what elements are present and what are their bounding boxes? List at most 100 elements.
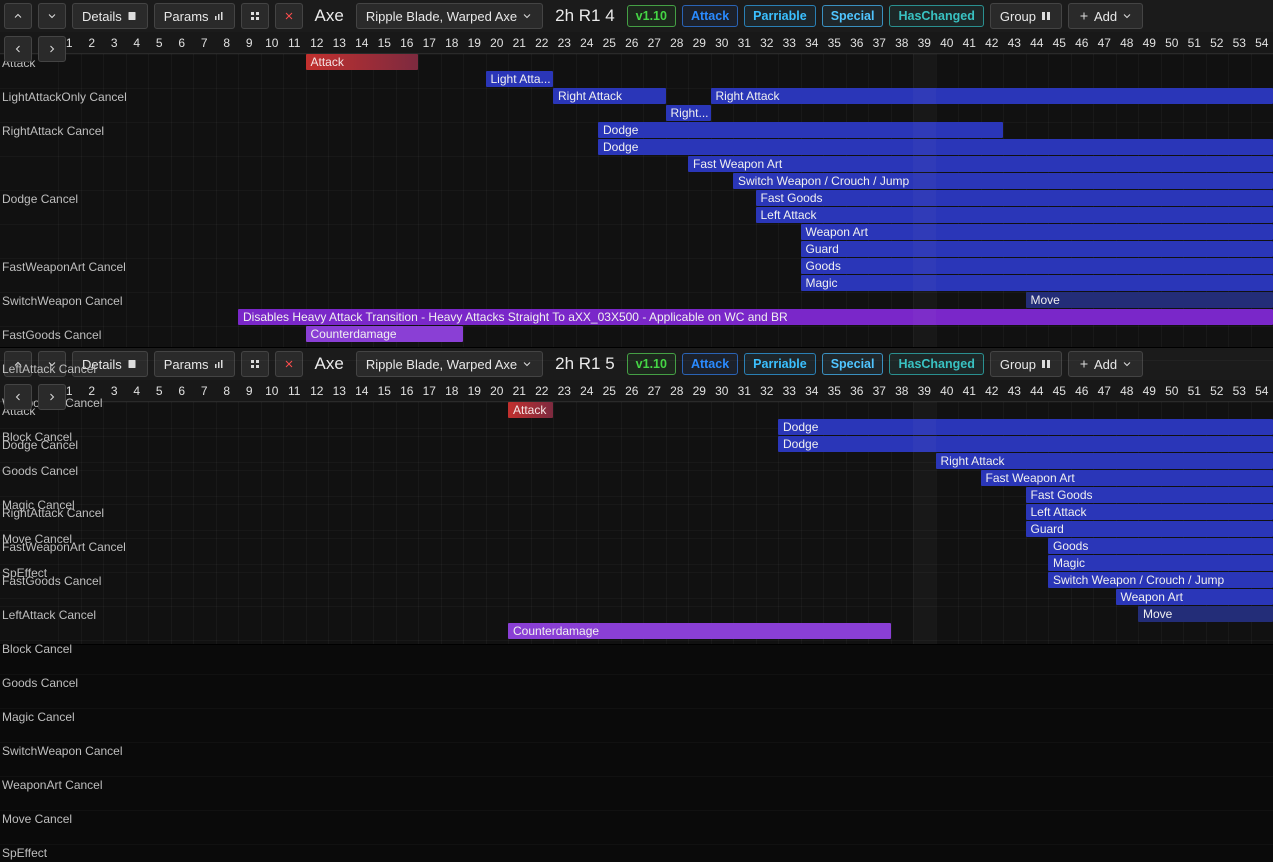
timeline-bar[interactable]: Move (1138, 606, 1273, 622)
frame-tick: 7 (193, 36, 216, 50)
frame-tick: 36 (846, 384, 869, 398)
timeline-bar[interactable]: Guard (801, 241, 1273, 257)
frame-tick: 32 (756, 384, 779, 398)
frame-tick: 43 (1003, 36, 1026, 50)
frame-tick: 20 (486, 36, 509, 50)
frame-tick: 53 (1228, 36, 1251, 50)
frame-tick: 5 (148, 384, 171, 398)
frame-ruler: 1234567891011121314151617181920212223242… (0, 380, 1273, 402)
close-button[interactable] (275, 3, 303, 29)
frame-tick: 21 (508, 36, 531, 50)
frame-tick: 34 (801, 384, 824, 398)
grid-button[interactable] (241, 3, 269, 29)
add-button[interactable]: Add (1068, 3, 1143, 29)
row-label: LightAttackOnly Cancel (2, 89, 127, 106)
frame-tick: 29 (688, 384, 711, 398)
frame-tick: 4 (126, 384, 149, 398)
frame-tick: 20 (486, 384, 509, 398)
frame-tick: 38 (891, 384, 914, 398)
frame-tick: 15 (373, 36, 396, 50)
next-button[interactable] (38, 384, 66, 410)
timeline-bar[interactable]: Weapon Art (1116, 589, 1273, 605)
timeline-bar[interactable]: Magic (1048, 555, 1273, 571)
frame-tick: 8 (216, 36, 239, 50)
frame-tick: 40 (936, 36, 959, 50)
details-button[interactable]: Details (72, 3, 148, 29)
timeline-bar[interactable]: Right Attack (936, 453, 1273, 469)
timeline-bar[interactable]: Guard (1026, 521, 1273, 537)
frame-tick: 33 (778, 36, 801, 50)
group-button[interactable]: Group (990, 3, 1062, 29)
timeline-bar[interactable]: Light Atta... (486, 71, 554, 87)
timeline-bar[interactable]: Disables Heavy Attack Transition - Heavy… (238, 309, 1273, 325)
category-label: Axe (309, 6, 350, 26)
collapse-down-button[interactable] (38, 3, 66, 29)
row-label: LeftAttack Cancel (2, 607, 96, 624)
timeline-bar[interactable]: Fast Goods (756, 190, 1273, 206)
weapon-dropdown[interactable]: Ripple Blade, Warped Axe (356, 3, 543, 29)
frame-ruler: 1234567891011121314151617181920212223242… (0, 32, 1273, 54)
timeline-bar[interactable]: Left Attack (1026, 504, 1273, 520)
frame-tick: 6 (171, 384, 194, 398)
timeline-bar[interactable]: Counterdamage (508, 623, 891, 639)
frame-tick: 10 (261, 36, 284, 50)
frame-tick: 30 (711, 36, 734, 50)
row-label: SpEffect (2, 845, 47, 862)
timeline-bar[interactable]: Switch Weapon / Crouch / Jump (1048, 572, 1273, 588)
frame-tick: 41 (958, 384, 981, 398)
timeline-bar[interactable]: Attack (508, 402, 553, 418)
timeline-bar[interactable]: Dodge (778, 419, 1273, 435)
row-label: Dodge Cancel (2, 437, 78, 454)
frame-tick: 27 (643, 384, 666, 398)
frame-tick: 48 (1116, 384, 1139, 398)
next-button[interactable] (38, 36, 66, 62)
timeline-bar[interactable]: Dodge (778, 436, 1273, 452)
frame-tick: 13 (328, 384, 351, 398)
params-button[interactable]: Params (154, 3, 235, 29)
timeline-bar[interactable]: Left Attack (756, 207, 1273, 223)
prev-button[interactable] (4, 384, 32, 410)
frame-tick: 24 (576, 384, 599, 398)
collapse-up-button[interactable] (4, 3, 32, 29)
timeline-bar[interactable]: Magic (801, 275, 1273, 291)
timeline-bar[interactable]: Goods (801, 258, 1273, 274)
timeline-bar[interactable]: Counterdamage (306, 326, 464, 342)
timeline-bar[interactable]: Move (1026, 292, 1273, 308)
timeline-bar[interactable]: Dodge (598, 139, 1273, 155)
prev-button[interactable] (4, 36, 32, 62)
timeline-bar[interactable]: Right Attack (711, 88, 1273, 104)
frame-tick: 51 (1183, 36, 1206, 50)
row-label: SwitchWeapon Cancel (2, 743, 123, 760)
timeline-bar[interactable]: Right... (666, 105, 711, 121)
timeline-bar[interactable]: Attack (306, 54, 419, 70)
frame-tick: 42 (981, 384, 1004, 398)
frame-tick: 43 (1003, 384, 1026, 398)
frame-tick: 23 (553, 384, 576, 398)
frame-tick: 48 (1116, 36, 1139, 50)
row-label: Move Cancel (2, 811, 72, 828)
frame-tick: 54 (1251, 36, 1273, 50)
frame-tick: 25 (598, 384, 621, 398)
frame-tick: 24 (576, 36, 599, 50)
frame-tick: 13 (328, 36, 351, 50)
timeline-bar[interactable]: Fast Weapon Art (688, 156, 1273, 172)
frame-tick: 2 (81, 384, 104, 398)
frame-tick: 27 (643, 36, 666, 50)
timeline-bar[interactable]: Goods (1048, 538, 1273, 554)
timeline-bar[interactable]: Fast Goods (1026, 487, 1273, 503)
frame-tick: 26 (621, 36, 644, 50)
row-label: FastWeaponArt Cancel (2, 259, 126, 276)
frame-tick: 37 (868, 384, 891, 398)
timeline-bar[interactable]: Right Attack (553, 88, 666, 104)
timeline-bar[interactable]: Fast Weapon Art (981, 470, 1273, 486)
frame-tick: 40 (936, 384, 959, 398)
timeline-bar[interactable]: Switch Weapon / Crouch / Jump (733, 173, 1273, 189)
timeline-bar[interactable]: Weapon Art (801, 224, 1273, 240)
frame-tick: 49 (1138, 384, 1161, 398)
frame-tick: 47 (1093, 384, 1116, 398)
frame-tick: 36 (846, 36, 869, 50)
row-label: FastGoods Cancel (2, 573, 101, 590)
tag-special: Special (822, 5, 884, 27)
timeline-bar[interactable]: Dodge (598, 122, 1003, 138)
row-label: RightAttack Cancel (2, 123, 104, 140)
